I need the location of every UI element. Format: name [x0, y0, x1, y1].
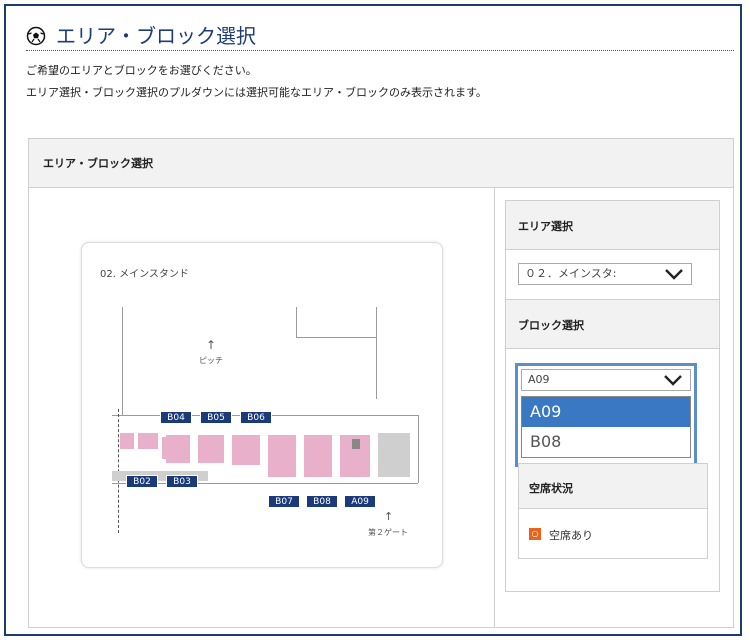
seat-block-b01[interactable] — [120, 433, 134, 449]
selection-sidebar: エリア選択 ０２．メインスタ: ブロック選択 A09 A09 B08 空席状況 … — [494, 188, 734, 627]
availability-text: 空席あり — [549, 529, 593, 542]
map-wall-top-right — [296, 307, 297, 337]
block-select-focus: A09 A09 B08 — [515, 363, 697, 467]
block-label-b06[interactable]: B06 — [240, 411, 272, 424]
seat-status-header: 空席状況 — [519, 464, 707, 509]
gate-label: 第２ゲート — [368, 528, 408, 537]
stadium-map-area: 02. メインスタンド ↑ ピッチ B04 B05 B06 B02 B03 B0… — [29, 188, 493, 627]
block-select-header: ブロック選択 — [506, 299, 719, 349]
area-select-header: エリア選択 — [506, 201, 719, 250]
page-title: エリア・ブロック選択 — [56, 24, 256, 48]
panel-header-title: エリア・ブロック選択 — [43, 157, 153, 170]
block-select-value: A09 — [528, 373, 550, 386]
block-label-b04[interactable]: B04 — [160, 411, 192, 424]
availability-badge: ○ — [529, 528, 541, 540]
chevron-down-icon — [665, 269, 683, 280]
area-select-title: エリア選択 — [518, 220, 573, 233]
area-select-value: ０２．メインスタ: — [525, 267, 617, 280]
seat-status-title: 空席状況 — [529, 482, 573, 495]
stadium-map: 02. メインスタンド ↑ ピッチ B04 B05 B06 B02 B03 B0… — [81, 242, 443, 568]
block-dropdown-list: A09 B08 — [521, 396, 691, 458]
block-label-b03[interactable]: B03 — [166, 475, 198, 488]
block-select-title: ブロック選択 — [518, 319, 584, 332]
dropdown-option-b08[interactable]: B08 — [522, 427, 690, 457]
map-stand-name: 02. メインスタンド — [100, 269, 189, 280]
block-select[interactable]: A09 — [521, 369, 691, 391]
seat-block-b02[interactable] — [138, 433, 158, 449]
block-label-a09[interactable]: A09 — [344, 495, 376, 508]
pitch-arrow-icon: ↑ — [206, 338, 217, 352]
chevron-down-icon — [664, 375, 682, 386]
page-frame: エリア・ブロック選択 ご希望のエリアとブロックをお選びください。 エリア選択・ブ… — [4, 4, 742, 636]
block-label-b05[interactable]: B05 — [200, 411, 232, 424]
seat-status-box: 空席状況 ○ 空席あり — [518, 463, 708, 559]
block-label-b07[interactable]: B07 — [268, 495, 300, 508]
map-wall-left — [122, 307, 123, 415]
selection-box: エリア選択 ０２．メインスタ: ブロック選択 A09 A09 B08 空席状況 … — [505, 200, 720, 592]
description-line-2: エリア選択・ブロック選択のプルダウンには選択可能なエリア・ブロックのみ表示されま… — [26, 86, 487, 99]
description-line-1: ご希望のエリアとブロックをお選びください。 — [26, 64, 257, 77]
pitch-label: ピッチ — [199, 356, 223, 365]
map-wall-right — [376, 307, 377, 399]
seat-block-b07[interactable] — [268, 435, 296, 477]
seat-block-b04[interactable] — [166, 435, 190, 463]
soccer-ball-icon — [26, 26, 46, 46]
dropdown-option-a09[interactable]: A09 — [522, 397, 690, 427]
area-select[interactable]: ０２．メインスタ: — [518, 263, 692, 285]
block-label-b08[interactable]: B08 — [306, 495, 338, 508]
panel-header: エリア・ブロック選択 — [29, 139, 733, 188]
area-block-panel: エリア・ブロック選択 02. メインスタンド ↑ ピッチ B04 B05 B06… — [28, 138, 734, 628]
seat-block-b05[interactable] — [198, 435, 224, 463]
map-wall-corner — [296, 337, 376, 338]
page-title-row: エリア・ブロック選択 — [26, 20, 734, 51]
seat-detail-line — [352, 439, 360, 449]
seat-block-b08[interactable] — [304, 435, 332, 477]
gate-arrow-icon: ↑ — [384, 510, 394, 523]
seat-block-b06[interactable] — [232, 435, 260, 465]
seat-block-unavailable — [378, 433, 410, 477]
map-wall-stand-right — [418, 415, 419, 483]
block-label-b02[interactable]: B02 — [126, 475, 158, 488]
